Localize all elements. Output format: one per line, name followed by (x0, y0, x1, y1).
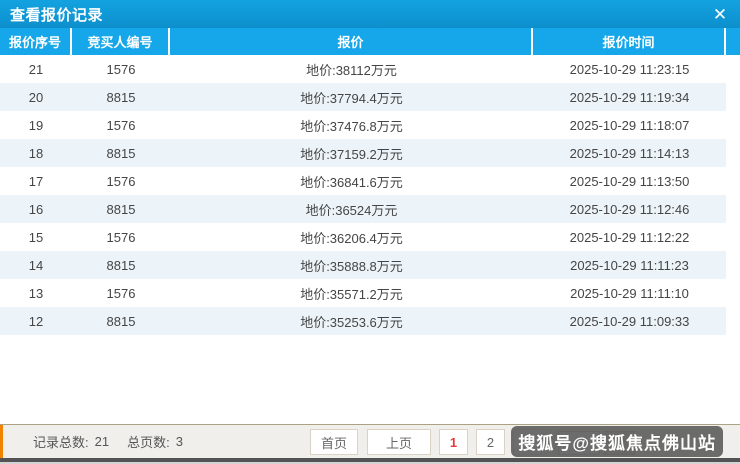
cell-time: 2025-10-29 11:11:23 (570, 257, 689, 273)
cell-seq: 17 (28, 173, 44, 189)
cell-seq: 21 (28, 61, 44, 77)
total-pages-label: 总页数: (127, 435, 170, 450)
cell-price: 地价:36841.6万元 (300, 174, 403, 190)
cell-bidder: 1576 (106, 229, 136, 245)
cell-seq: 20 (28, 89, 44, 105)
bid-records-dialog: 查看报价记录 ✕ 报价序号 竞买人编号 报价 报价时间 21 1576 地价:381… (0, 0, 740, 464)
cell-seq: 12 (28, 313, 44, 329)
dialog-titlebar: 查看报价记录 ✕ (0, 0, 740, 28)
cell-price: 地价:35888.8万元 (300, 258, 403, 274)
column-header-seq: 报价序号 (0, 28, 72, 55)
cell-time: 2025-10-29 11:09:33 (569, 313, 690, 329)
cell-bidder: 8815 (106, 313, 136, 329)
table-row: 18 8815 地价:37159.2万元 2025-10-29 11:14:13 (0, 139, 726, 167)
cell-bidder: 8815 (106, 257, 136, 273)
total-pages-value: 3 (175, 434, 183, 449)
cell-seq: 19 (28, 117, 44, 133)
table-body: 21 1576 地价:38112万元 2025-10-29 11:23:15 20 881… (0, 55, 726, 335)
cell-bidder: 8815 (106, 89, 136, 105)
cell-price: 地价:37159.2万元 (300, 146, 403, 162)
table-row: 13 1576 地价:35571.2万元 2025-10-29 11:11:10 (0, 279, 726, 307)
cell-seq: 18 (28, 145, 44, 161)
cell-bidder: 1576 (106, 61, 136, 77)
close-icon[interactable]: ✕ (710, 6, 730, 23)
first-page-button[interactable]: 首页 (310, 429, 358, 455)
page-button-2[interactable]: 2 (476, 429, 505, 455)
table-row: 19 1576 地价:37476.8万元 2025-10-29 11:18:07 (0, 111, 726, 139)
table-row: 17 1576 地价:36841.6万元 2025-10-29 11:13:50 (0, 167, 726, 195)
dialog-title: 查看报价记录 (10, 6, 104, 24)
record-stats: 记录总数: 21 总页数: 3 (33, 425, 183, 458)
cell-bidder: 8815 (106, 201, 136, 217)
cell-price: 地价:36206.4万元 (300, 230, 403, 246)
cell-time: 2025-10-29 11:11:10 (570, 285, 689, 301)
cell-price: 地价:35253.6万元 (300, 314, 403, 330)
watermark-badge: 搜狐号@搜狐焦点佛山站 (511, 426, 723, 457)
cell-time: 2025-10-29 11:12:46 (569, 201, 690, 217)
cell-bidder: 8815 (106, 145, 136, 161)
table-row: 20 8815 地价:37794.4万元 2025-10-29 11:19:34 (0, 83, 726, 111)
cell-price: 地价:37476.8万元 (300, 118, 403, 134)
column-header-gutter (726, 28, 740, 55)
cell-price: 地价:38112万元 (306, 62, 397, 78)
table-header: 报价序号 竞买人编号 报价 报价时间 (0, 28, 740, 55)
table-row: 15 1576 地价:36206.4万元 2025-10-29 11:12:22 (0, 223, 726, 251)
accent-strip (0, 425, 3, 458)
cell-seq: 15 (28, 229, 44, 245)
cell-time: 2025-10-29 11:12:22 (569, 229, 690, 245)
cell-time: 2025-10-29 11:23:15 (569, 61, 690, 77)
cell-bidder: 1576 (106, 285, 136, 301)
cell-time: 2025-10-29 11:18:07 (569, 117, 690, 133)
total-records-label: 记录总数: (33, 435, 89, 450)
column-header-bidder: 竞买人编号 (72, 28, 170, 55)
table-row: 21 1576 地价:38112万元 2025-10-29 11:23:15 (0, 55, 726, 83)
cell-seq: 16 (28, 201, 44, 217)
table-row: 16 8815 地价:36524万元 2025-10-29 11:12:46 (0, 195, 726, 223)
cell-price: 地价:35571.2万元 (300, 286, 403, 302)
table-row: 12 8815 地价:35253.6万元 2025-10-29 11:09:33 (0, 307, 726, 335)
total-records-value: 21 (94, 434, 110, 449)
cell-time: 2025-10-29 11:13:50 (569, 173, 690, 189)
cell-bidder: 1576 (106, 173, 136, 189)
column-header-time: 报价时间 (533, 28, 726, 55)
cell-price: 地价:37794.4万元 (300, 90, 403, 106)
page-button-1[interactable]: 1 (439, 429, 468, 455)
column-header-price: 报价 (170, 28, 533, 55)
cell-seq: 13 (28, 285, 44, 301)
cell-bidder: 1576 (106, 117, 136, 133)
cell-seq: 14 (28, 257, 44, 273)
prev-page-button[interactable]: 上页 (367, 429, 431, 455)
table-row: 14 8815 地价:35888.8万元 2025-10-29 11:11:23 (0, 251, 726, 279)
cell-time: 2025-10-29 11:19:34 (569, 89, 690, 105)
cell-time: 2025-10-29 11:14:13 (569, 145, 690, 161)
cell-price: 地价:36524万元 (305, 202, 398, 218)
